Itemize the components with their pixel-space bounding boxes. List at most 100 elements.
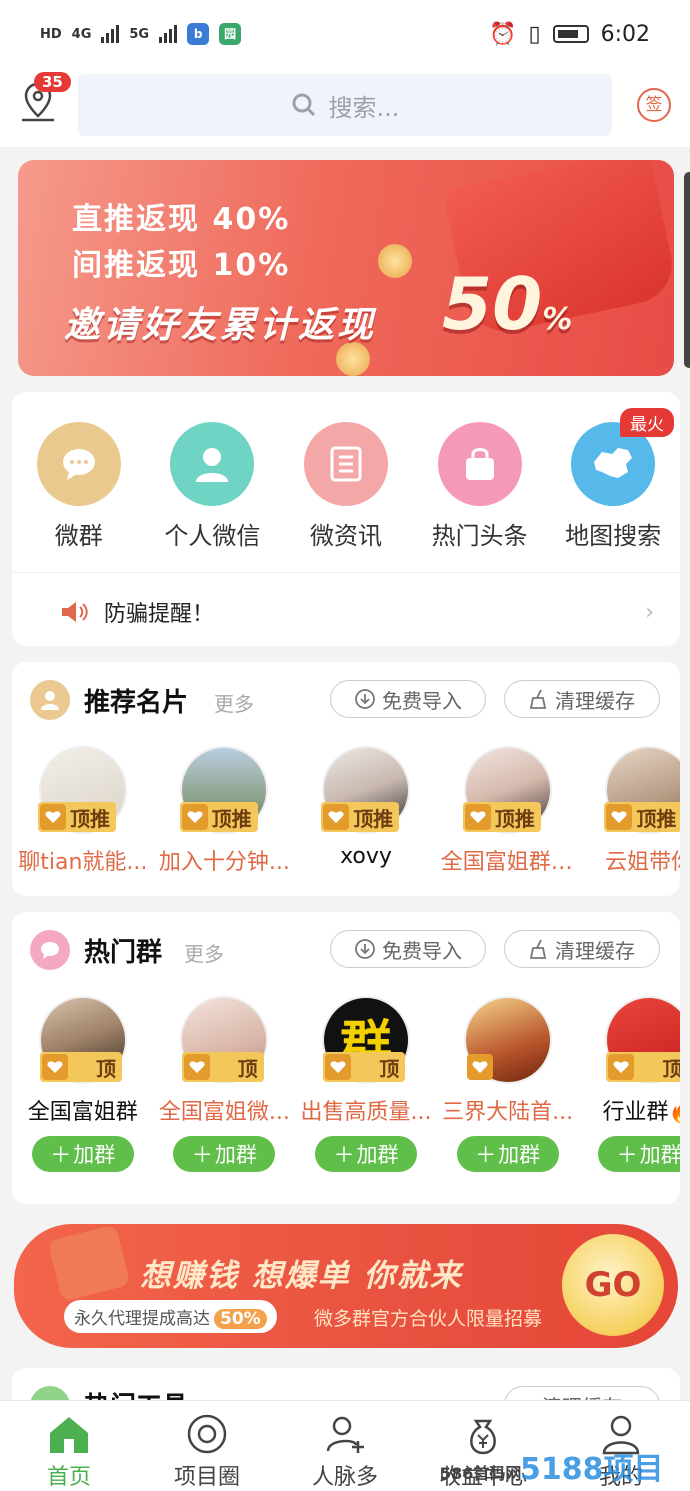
- clear-cache-button[interactable]: 清理缓存: [504, 680, 660, 718]
- join-group-button[interactable]: ＋加群: [456, 1136, 559, 1172]
- tab-contacts[interactable]: 人脉多: [276, 1401, 414, 1491]
- heart-icon: [42, 1054, 68, 1080]
- signal-4g: 4G: [71, 26, 92, 42]
- card-name: 全国富姐群 ...: [440, 850, 579, 875]
- top-badge: [465, 1052, 503, 1082]
- recommended-cards-section: 推荐名片 更多 免费导入 清理缓存 顶推 聊tian就能... 顶推 加入十分钟…: [12, 662, 680, 896]
- sign-in-button[interactable]: 签: [637, 88, 671, 122]
- plus-icon: ＋: [475, 1143, 497, 1167]
- coin-graphic-2: [378, 244, 412, 278]
- join-group-button[interactable]: ＋加群: [173, 1136, 276, 1172]
- banner-line-3: 邀请好友累计返现: [64, 305, 377, 346]
- free-import-button[interactable]: 免费导入: [330, 680, 486, 718]
- signal-5g: 5G: [129, 26, 150, 42]
- partner-recruit-banner[interactable]: 想赚钱 想爆单 你就来 永久代理提成高达 50% 微多群官方合伙人限量招募 GO: [14, 1224, 678, 1348]
- nav-item-map-search[interactable]: 最火 地图搜索: [546, 408, 680, 551]
- alarm-icon: ⏰: [489, 21, 517, 47]
- promo-banner-rebate[interactable]: 直推返现 40% 间推返现 10% 邀请好友累计返现 50%: [18, 160, 674, 376]
- group-item[interactable]: 顶 全国富姐微... ＋加群: [154, 996, 296, 1172]
- plus-icon: ＋: [616, 1143, 638, 1167]
- recommended-card-item[interactable]: 顶推 全国富姐群 ...: [437, 746, 579, 876]
- banner-big-value: 50%: [442, 262, 573, 346]
- join-group-button[interactable]: ＋加群: [31, 1136, 134, 1172]
- bag-icon: [437, 422, 522, 506]
- plus-icon: ＋: [333, 1143, 355, 1167]
- free-import-button[interactable]: 免费导入: [330, 930, 486, 968]
- card-name: 云姐带你: [605, 850, 680, 875]
- anti-fraud-notice[interactable]: 防骗提醒！: [60, 596, 214, 628]
- download-circle-icon: [355, 689, 375, 709]
- top-push-badge: 顶推: [321, 802, 400, 832]
- go-button[interactable]: GO: [562, 1234, 664, 1336]
- tab-project-circle[interactable]: 项目圈: [138, 1401, 276, 1491]
- group-name: 行业群🔥: [602, 1100, 680, 1125]
- watermark-left: 586首码网: [440, 1464, 522, 1483]
- battery-icon: [552, 25, 589, 43]
- heart-icon: [40, 804, 66, 830]
- search-input[interactable]: 搜索...: [78, 74, 612, 136]
- banner-line-2: 间推返现 10%: [72, 248, 291, 283]
- heart-icon: [181, 804, 208, 830]
- group-item[interactable]: 群 顶 出售高质量... ＋加群: [295, 996, 437, 1172]
- gift-box-graphic: [47, 1224, 131, 1302]
- nav-label: 微资讯: [309, 522, 382, 550]
- category-nav-card: 微群 个人微信 微资讯 热门头条 最火 地图搜索 防骗提醒！ ›: [12, 392, 680, 646]
- recommended-card-item[interactable]: 顶推 云姐带你: [578, 746, 680, 876]
- speaker-icon: [62, 602, 88, 622]
- join-group-button[interactable]: ＋加群: [598, 1136, 680, 1172]
- section-header: 热门群 更多 免费导入 清理缓存: [12, 912, 680, 988]
- top-push-badge: 顶推: [462, 802, 541, 832]
- watermark-right: 5188项目网: [520, 1452, 664, 1487]
- plus-icon: ＋: [191, 1143, 213, 1167]
- anti-fraud-text: 防骗提醒！: [104, 602, 215, 627]
- join-group-button[interactable]: ＋加群: [314, 1136, 417, 1172]
- top-badge: 顶: [606, 1052, 680, 1082]
- clear-cache-button[interactable]: 清理缓存: [504, 930, 660, 968]
- tab-home[interactable]: 首页: [0, 1401, 138, 1491]
- card-name: xovy: [340, 844, 392, 869]
- plus-icon: ＋: [50, 1143, 72, 1167]
- nav-item-news[interactable]: 微资讯: [279, 422, 413, 551]
- person-icon: [170, 422, 255, 506]
- more-link[interactable]: 更多: [214, 688, 254, 717]
- heart-icon: [464, 804, 491, 830]
- hot-groups-list: 顶 全国富姐群 ＋加群 顶 全国富姐微... ＋加群 群 顶 出售高质量... …: [12, 996, 680, 1172]
- person-circle-icon: [30, 680, 70, 720]
- section-title: 热门群: [84, 938, 163, 968]
- group-item[interactable]: 三界大陆首... ＋加群: [437, 996, 579, 1172]
- recommended-card-item[interactable]: 顶推 xovy: [295, 746, 437, 876]
- group-chat-icon: [30, 930, 70, 970]
- nav-item-weiqun[interactable]: 微群: [12, 422, 146, 551]
- broom-icon: [529, 689, 547, 709]
- more-link[interactable]: 更多: [184, 938, 224, 967]
- vibrate-icon: ▯: [528, 21, 541, 47]
- search-placeholder: 搜索...: [328, 93, 400, 122]
- group-item[interactable]: 顶 行业群🔥 ＋加群: [578, 996, 680, 1172]
- heart-icon: [608, 1054, 635, 1080]
- nav-item-hot-headlines[interactable]: 热门头条: [413, 422, 547, 551]
- top-push-badge: 顶推: [179, 802, 258, 832]
- group-item[interactable]: 顶 全国富姐群 ＋加群: [12, 996, 154, 1172]
- status-left: HD 4G 5G b 园: [40, 23, 242, 45]
- hot-tag: 最火: [619, 408, 674, 437]
- money-bag-icon: [470, 1419, 496, 1455]
- nav-item-personal-wechat[interactable]: 个人微信: [146, 422, 280, 551]
- gear-icon: [187, 1414, 227, 1454]
- chat-bubble-icon: [36, 422, 121, 506]
- status-right: ⏰ ▯ 6:02: [489, 22, 650, 47]
- nav-label: 热门头条: [431, 522, 528, 550]
- divider: [12, 572, 680, 573]
- nav-label: 个人微信: [164, 522, 261, 550]
- group-name: 出售高质量...: [300, 1100, 432, 1125]
- hot-groups-section: 热门群 更多 免费导入 清理缓存 顶 全国富姐群 ＋加群 顶 全国富姐微... …: [12, 912, 680, 1204]
- recommended-card-item[interactable]: 顶推 聊tian就能...: [12, 746, 154, 876]
- download-circle-icon: [355, 939, 375, 959]
- nav-label: 地图搜索: [565, 522, 662, 550]
- app-notify-icon-2: 园: [219, 23, 242, 45]
- search-icon: [292, 93, 315, 117]
- top-badge: 顶: [40, 1052, 122, 1082]
- recommended-card-item[interactable]: 顶推 加入十分钟...: [154, 746, 296, 876]
- heart-icon: [606, 804, 633, 830]
- top-push-badge: 顶推: [38, 802, 116, 832]
- heart-icon: [183, 1054, 210, 1080]
